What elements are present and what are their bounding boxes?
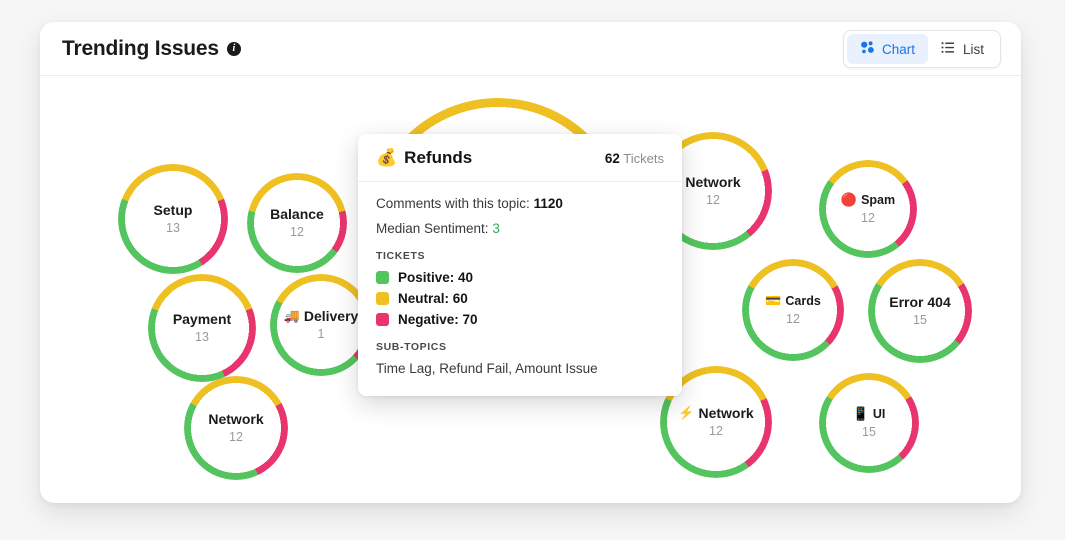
money-bag-icon: 💰 (376, 148, 398, 167)
sentiment-ring (118, 164, 228, 274)
sentiment-ring (184, 376, 288, 480)
bubble-label: Payment (172, 310, 232, 327)
bubble-network[interactable]: Network 12 (184, 376, 288, 480)
legend-swatch (376, 292, 389, 305)
bubble-ui[interactable]: 📱 UI 15 (819, 373, 919, 473)
bubble-emoji-icon: 🚚 (283, 308, 300, 324)
bubble-value: 1 (317, 327, 325, 342)
legend-label: Negative: 70 (398, 312, 478, 327)
sentiment-ring (742, 259, 844, 361)
bubble-emoji-icon: 🔴 (840, 192, 858, 208)
bubble-value: 12 (709, 424, 723, 439)
bubble-payment[interactable]: Payment 13 (148, 274, 256, 382)
bubble-delivery[interactable]: 🚚 Delivery 1 (270, 274, 372, 376)
bubble-value: 12 (229, 430, 243, 445)
tooltip-ticket-label: Tickets (623, 150, 664, 166)
bubble-name: Error 404 (889, 293, 951, 310)
tooltip-median-row: Median Sentiment: 3 (376, 221, 664, 236)
bubble-label: Network (685, 173, 741, 190)
legend-label: Neutral: 60 (398, 291, 468, 306)
tooltip-median-label: Median Sentiment: (376, 221, 489, 236)
tooltip-ticket-number: 62 (604, 150, 620, 166)
bubble-emoji-icon: 📱 (852, 406, 869, 422)
legend-swatch (376, 271, 389, 284)
trending-issues-card: Trending Issues i Chart List Setup 13 Ba… (40, 22, 1021, 503)
tooltip-subtopics-heading: SUB-TOPICS (376, 341, 447, 353)
bubble-value: 12 (706, 193, 720, 208)
tooltip-body: Comments with this topic: 1120 Median Se… (358, 182, 682, 396)
bubble-name: Setup (153, 201, 193, 218)
bubble-label: ⚡ Network (678, 404, 754, 421)
tooltip-median-value: 3 (492, 221, 500, 236)
tooltip-legend: Positive: 40 Neutral: 60 Negative: 70 (376, 270, 664, 327)
sentiment-ring (270, 274, 372, 376)
bubble-spam[interactable]: 🔴 Spam 12 (819, 160, 917, 258)
card-header: Trending Issues i Chart List (40, 22, 1021, 76)
bubble-label: 🚚 Delivery (283, 307, 359, 324)
tab-list[interactable]: List (928, 34, 997, 64)
bubble-name: Spam (861, 192, 896, 207)
tooltip-title-text: Refunds (404, 148, 473, 167)
tooltip-comments-value: 1120 (533, 196, 563, 211)
bubble-chart-icon (860, 40, 875, 58)
bubble-name: Delivery (303, 307, 359, 324)
tooltip-legend-item: Neutral: 60 (376, 291, 664, 306)
tooltip-header: 💰 Refunds 62 Tickets (358, 134, 682, 182)
sentiment-ring (247, 173, 347, 273)
bubble-value: 12 (786, 311, 800, 326)
tooltip-legend-item: Negative: 70 (376, 312, 664, 327)
tooltip-tickets-heading: TICKETS (376, 250, 426, 262)
legend-label: Positive: 40 (398, 270, 474, 285)
bubble-name: UI (872, 406, 886, 421)
tab-chart-label: Chart (881, 41, 915, 57)
list-icon (941, 40, 956, 58)
bubble-value: 12 (290, 225, 304, 240)
bubble-name: Network (698, 404, 754, 421)
bubble-name: Cards (785, 293, 821, 308)
bubble-label: 📱 UI (852, 406, 886, 422)
bubble-error-404[interactable]: Error 404 15 (868, 259, 972, 363)
tooltip-subtopics-value: Time Lag, Refund Fail, Amount Issue (376, 361, 598, 376)
bubble-value: 15 (862, 424, 876, 439)
view-toggle-group: Chart List (842, 30, 1001, 68)
tooltip-legend-item: Positive: 40 (376, 270, 664, 285)
tooltip-comments-row: Comments with this topic: 1120 (376, 196, 664, 211)
screen: Trending Issues i Chart List Setup 13 Ba… (0, 0, 1065, 540)
bubble-label: 💳 Cards (765, 293, 821, 309)
legend-swatch (376, 313, 389, 326)
bubble-label: Network (208, 410, 264, 427)
bubble-name: Network (208, 410, 264, 427)
sentiment-ring (148, 274, 256, 382)
bubble-label: Balance (270, 205, 324, 222)
info-icon[interactable]: i (226, 41, 241, 56)
bubble-name: Network (685, 173, 741, 190)
bubble-balance[interactable]: Balance 12 (247, 173, 347, 273)
topic-tooltip: 💰 Refunds 62 Tickets Comments with this … (358, 134, 682, 396)
bubble-label: Setup (153, 201, 193, 218)
sentiment-ring (868, 259, 972, 363)
bubble-emoji-icon: ⚡ (678, 405, 695, 421)
tooltip-comments-label: Comments with this topic: (376, 196, 530, 211)
tab-chart[interactable]: Chart (846, 34, 928, 64)
bubble-value: 13 (195, 330, 209, 345)
bubble-label: 🔴 Spam (840, 192, 896, 208)
tooltip-title: 💰 Refunds (376, 148, 472, 168)
bubble-emoji-icon: 💳 (765, 293, 782, 309)
bubble-label: Error 404 (889, 293, 951, 310)
bubble-value: 12 (861, 210, 875, 225)
bubble-value: 13 (166, 221, 180, 236)
bubble-setup[interactable]: Setup 13 (118, 164, 228, 274)
bubble-cards[interactable]: 💳 Cards 12 (742, 259, 844, 361)
page-title: Trending Issues (62, 36, 219, 60)
bubble-name: Payment (172, 310, 232, 327)
sentiment-ring (819, 160, 917, 258)
bubble-name: Balance (270, 205, 324, 222)
tooltip-ticket-count: 62 Tickets (605, 151, 664, 166)
tab-list-label: List (962, 41, 984, 57)
bubble-value: 15 (913, 313, 927, 328)
sentiment-ring (819, 373, 919, 473)
